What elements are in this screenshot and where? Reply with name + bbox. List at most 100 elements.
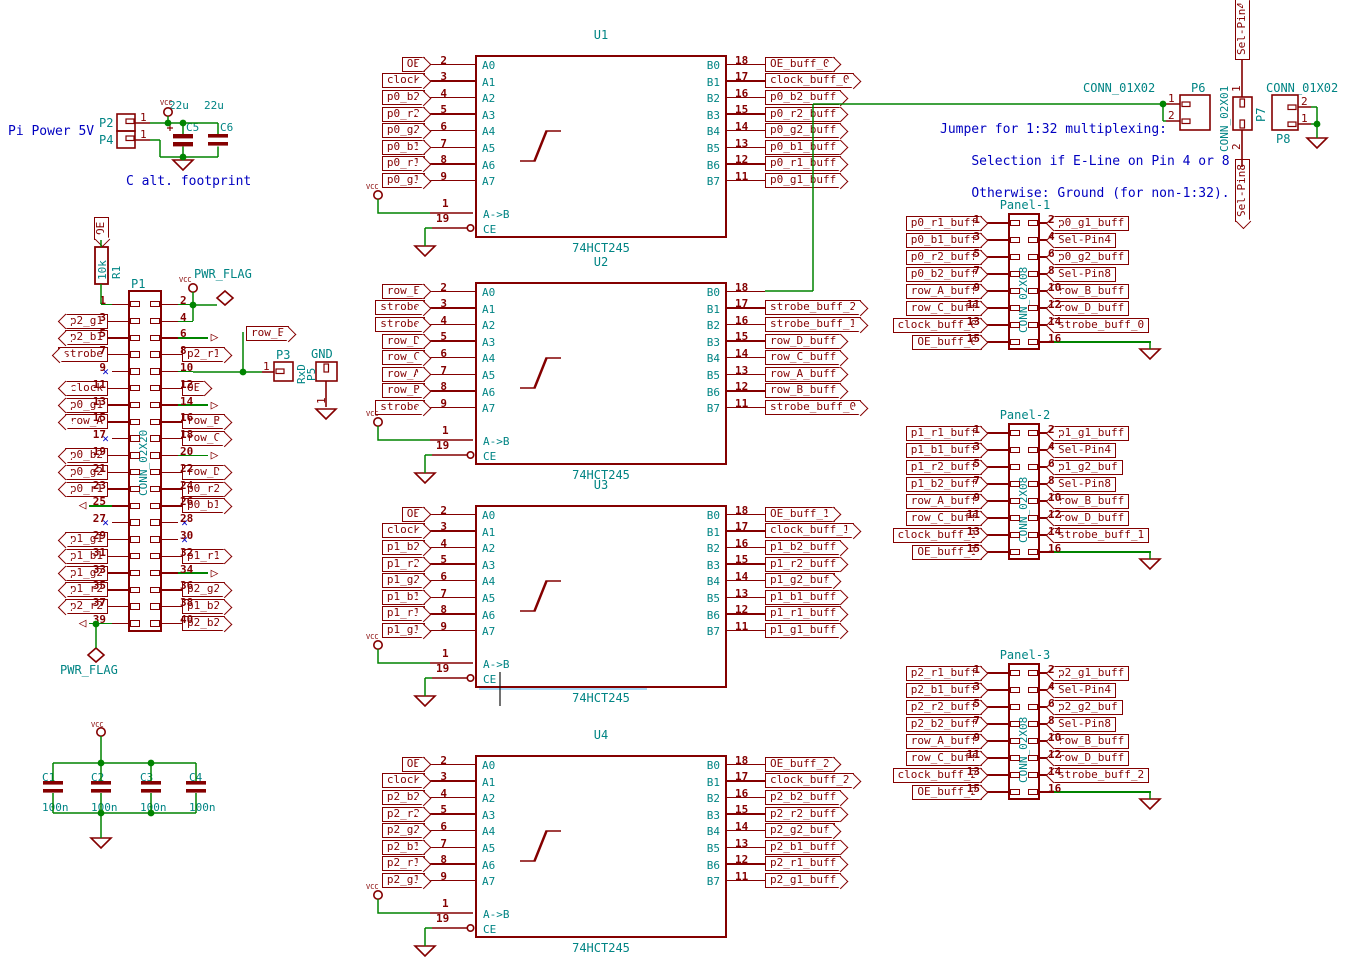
net-label[interactable]: p2_b2 bbox=[382, 790, 425, 805]
net-label[interactable]: strobe_buff_0 bbox=[765, 400, 861, 415]
net-label[interactable]: row_B_buff bbox=[1053, 734, 1129, 749]
net-label[interactable]: p0_g1_buff bbox=[1053, 216, 1129, 231]
net-label[interactable]: p2_b2_buff bbox=[765, 790, 841, 805]
net-label[interactable]: p2_g2 bbox=[382, 823, 425, 838]
net-label[interactable]: p0_b1 bbox=[382, 140, 425, 155]
net-label[interactable]: OE_buff_1 bbox=[765, 507, 835, 522]
net-label[interactable]: strobe bbox=[375, 400, 425, 415]
net-label[interactable]: row_A_buff bbox=[906, 494, 982, 509]
net-label[interactable]: p1_r2_buff bbox=[765, 557, 841, 572]
net-label[interactable]: p1_r2 bbox=[382, 557, 425, 572]
net-label[interactable]: strobe_buff_1 bbox=[765, 317, 861, 332]
panel-1-body[interactable]: CONN_02X08 bbox=[1008, 213, 1040, 350]
net-label[interactable]: p1_b1_buff bbox=[906, 443, 982, 458]
panel-1-connector[interactable]: Panel-1 CONN_02X08 p0_r1_buff 1 p0_b1_bu… bbox=[893, 199, 1157, 371]
net-label[interactable]: clock bbox=[382, 73, 425, 88]
panel-2-body[interactable]: CONN_02X08 bbox=[1008, 423, 1040, 560]
net-label-row-e[interactable]: row_E bbox=[246, 326, 289, 341]
net-label[interactable]: p0_g2_buff bbox=[1053, 250, 1129, 265]
net-label[interactable]: row_E bbox=[382, 284, 425, 299]
net-label[interactable]: p2_g1_buff bbox=[765, 873, 841, 888]
net-label[interactable]: p1_b2 bbox=[382, 540, 425, 555]
u1-body[interactable]: A0A1A2A3A4A5A6A7 B0B1B2B3B4B5B6B7 A->B C… bbox=[475, 55, 727, 238]
net-label[interactable]: row_A_buff bbox=[906, 734, 982, 749]
u3-body[interactable]: A0A1A2A3A4A5A6A7 B0B1B2B3B4B5B6B7 A->B C… bbox=[475, 505, 727, 688]
net-label[interactable]: p2_b1_buff bbox=[906, 683, 982, 698]
net-label[interactable]: Sel-Pin8 bbox=[1053, 717, 1116, 732]
net-label[interactable]: p2_r1_buff bbox=[765, 856, 841, 871]
net-label[interactable]: strobe bbox=[375, 300, 425, 315]
net-label[interactable]: strobe bbox=[375, 317, 425, 332]
net-label[interactable]: p2_g2_buf bbox=[765, 823, 835, 838]
net-label[interactable]: Sel-Pin8 bbox=[1053, 267, 1116, 282]
net-label[interactable]: row_A bbox=[382, 367, 425, 382]
net-label[interactable]: p2_g1_buff bbox=[1053, 666, 1129, 681]
decoupling-cap[interactable]: C1 100n bbox=[42, 766, 91, 814]
net-label[interactable]: p2_b1_buff bbox=[765, 840, 841, 855]
decoupling-cap[interactable]: C3 100n bbox=[140, 766, 189, 814]
net-label[interactable]: p0_b2_buff bbox=[906, 267, 982, 282]
net-label[interactable]: clock_buff_1 bbox=[765, 523, 854, 538]
net-label[interactable]: p0_r1_buff bbox=[906, 216, 982, 231]
net-label[interactable]: p1_b1 bbox=[382, 590, 425, 605]
net-label[interactable]: p1_g1_buff bbox=[765, 623, 841, 638]
u4-body[interactable]: A0A1A2A3A4A5A6A7 B0B1B2B3B4B5B6B7 A->B C… bbox=[475, 755, 727, 938]
net-label[interactable]: p1_r2_buff bbox=[906, 460, 982, 475]
net-label[interactable]: row_B bbox=[382, 383, 425, 398]
net-label[interactable]: p2_r1_buff bbox=[906, 666, 982, 681]
net-label[interactable]: OE_buff_2 bbox=[765, 757, 835, 772]
net-label[interactable]: clock_buff_0 bbox=[765, 73, 854, 88]
net-label[interactable]: row_B_buff bbox=[1053, 284, 1129, 299]
panel-2-connector[interactable]: Panel-2 CONN_02X08 p1_r1_buff 1 p1_b1_bu… bbox=[893, 409, 1157, 581]
net-label[interactable]: OE bbox=[402, 507, 425, 522]
net-label[interactable]: Sel-Pin8 bbox=[1053, 477, 1116, 492]
net-label[interactable]: p0_r1_buff bbox=[765, 156, 841, 171]
net-label[interactable]: p1_g1 bbox=[382, 623, 425, 638]
net-label[interactable]: row_D_buff bbox=[1053, 511, 1129, 526]
net-label[interactable]: p1_b2_buff bbox=[765, 540, 841, 555]
net-label[interactable]: row_B_buff bbox=[765, 383, 841, 398]
ic-u1[interactable]: U1 A0A1A2A3A4A5A6A7 B0B1B2B3B4B5B6B7 A->… bbox=[358, 55, 870, 287]
net-label[interactable]: p1_g2 bbox=[382, 573, 425, 588]
net-label[interactable]: OE bbox=[402, 757, 425, 772]
net-label[interactable]: clock_buff_2 bbox=[765, 773, 854, 788]
net-label[interactable]: clock bbox=[382, 523, 425, 538]
net-label[interactable]: row_A_buff bbox=[906, 284, 982, 299]
net-label[interactable]: p2_r2_buff bbox=[906, 700, 982, 715]
net-label[interactable]: Sel-Pin4 bbox=[1053, 683, 1116, 698]
net-label[interactable]: p1_g2_buf bbox=[765, 573, 835, 588]
net-label[interactable]: p2_b2_buff bbox=[906, 717, 982, 732]
net-label[interactable]: p0_b2_buff bbox=[765, 90, 841, 105]
net-label[interactable]: p0_b1_buff bbox=[906, 233, 982, 248]
panel-3-body[interactable]: CONN_02X08 bbox=[1008, 663, 1040, 800]
net-label[interactable]: p0_g1 bbox=[382, 173, 425, 188]
net-label[interactable]: strobe_buff_2 bbox=[1053, 768, 1149, 783]
ic-u3[interactable]: U3 A0A1A2A3A4A5A6A7 B0B1B2B3B4B5B6B7 A->… bbox=[358, 505, 870, 737]
p1-body[interactable]: CONN_02X20 bbox=[128, 290, 162, 632]
connector-p1[interactable]: P1 CONN_02X20 1 p2_g1 3 p2_b1 bbox=[40, 270, 270, 662]
net-label[interactable]: p1_b1_buff bbox=[765, 590, 841, 605]
net-label[interactable]: row_D_buff bbox=[765, 334, 841, 349]
net-label[interactable]: Sel-Pin4 bbox=[1053, 443, 1116, 458]
net-label[interactable]: p0_r2_buff bbox=[906, 250, 982, 265]
net-label[interactable]: OE bbox=[402, 57, 425, 72]
net-label[interactable]: p0_g2_buff bbox=[765, 123, 841, 138]
net-label[interactable]: row_C_buff bbox=[765, 350, 841, 365]
net-label[interactable]: row_B_buff bbox=[1053, 494, 1129, 509]
net-label[interactable]: row_C bbox=[382, 350, 425, 365]
net-label[interactable]: OE_buff_0 bbox=[765, 57, 835, 72]
net-label[interactable]: p0_r2_buff bbox=[765, 107, 841, 122]
panel-3-connector[interactable]: Panel-3 CONN_02X08 p2_r1_buff 1 p2_b1_bu… bbox=[893, 649, 1157, 821]
u2-body[interactable]: A0A1A2A3A4A5A6A7 B0B1B2B3B4B5B6B7 A->B C… bbox=[475, 282, 727, 465]
net-label[interactable]: strobe_buff_2 bbox=[765, 300, 861, 315]
net-label[interactable]: p1_r1 bbox=[382, 606, 425, 621]
net-label[interactable]: p2_r2_buff bbox=[765, 807, 841, 822]
net-label[interactable]: row_D_buff bbox=[1053, 751, 1129, 766]
ic-u4[interactable]: U4 A0A1A2A3A4A5A6A7 B0B1B2B3B4B5B6B7 A->… bbox=[358, 755, 870, 969]
net-label[interactable]: p2_r1 bbox=[382, 856, 425, 871]
net-label[interactable]: p1_b2_buff bbox=[906, 477, 982, 492]
net-label[interactable]: clock bbox=[382, 773, 425, 788]
net-label-sel-pin4[interactable]: Sel-Pin4 bbox=[1235, 0, 1250, 60]
net-label[interactable]: p2_g1 bbox=[382, 873, 425, 888]
net-label[interactable]: p2_g2_buf bbox=[1053, 700, 1123, 715]
